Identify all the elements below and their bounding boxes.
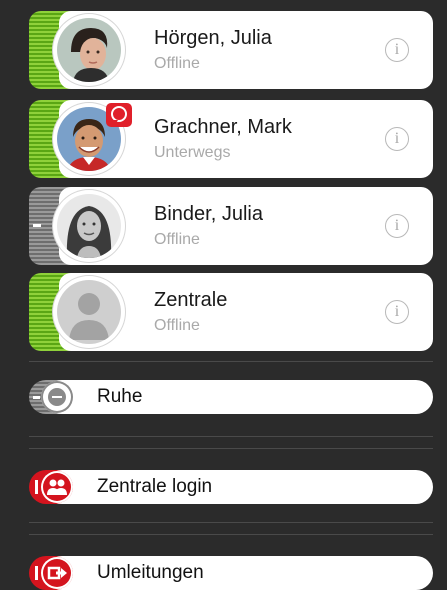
avatar	[53, 276, 125, 348]
divider	[29, 534, 433, 535]
contact-name: Hörgen, Julia	[154, 27, 272, 49]
info-icon[interactable]: i	[385, 300, 409, 324]
zentrale-login-toggle[interactable]: Zentrale login	[29, 470, 433, 504]
umleitungen-toggle[interactable]: Umleitungen	[29, 556, 433, 590]
contact-status: Unterwegs	[154, 144, 231, 161]
contact-list-screen: Hörgen, Julia Offline i Grachner, Mark U…	[0, 0, 447, 590]
divider	[29, 361, 433, 362]
do-not-disturb-icon	[41, 381, 73, 413]
avatar	[53, 190, 125, 262]
contact-card[interactable]: Hörgen, Julia Offline i	[29, 11, 433, 89]
forward-icon	[41, 557, 73, 589]
divider	[29, 522, 433, 523]
contact-name: Zentrale	[154, 289, 228, 311]
info-icon[interactable]: i	[385, 214, 409, 238]
contact-name: Binder, Julia	[154, 203, 263, 225]
avatar	[53, 14, 125, 86]
ruhe-toggle[interactable]: Ruhe	[29, 380, 433, 414]
chat-bubble-icon	[106, 103, 132, 127]
person-placeholder-icon	[57, 280, 121, 344]
action-label: Ruhe	[97, 386, 143, 407]
contact-status: Offline	[154, 231, 200, 248]
info-icon[interactable]: i	[385, 127, 409, 151]
divider	[29, 448, 433, 449]
action-label: Umleitungen	[97, 562, 204, 583]
group-icon	[41, 471, 73, 503]
contact-status: Offline	[154, 317, 200, 334]
contact-name: Grachner, Mark	[154, 116, 292, 138]
divider	[29, 436, 433, 437]
contact-card[interactable]: Zentrale Offline i	[29, 273, 433, 351]
info-icon[interactable]: i	[385, 38, 409, 62]
avatar-photo-icon	[57, 18, 121, 82]
contact-card[interactable]: Grachner, Mark Unterwegs i	[29, 100, 433, 178]
action-label: Zentrale login	[97, 476, 213, 497]
contact-status: Offline	[154, 55, 200, 72]
avatar-photo-icon	[57, 194, 121, 258]
contact-card[interactable]: Binder, Julia Offline i	[29, 187, 433, 265]
